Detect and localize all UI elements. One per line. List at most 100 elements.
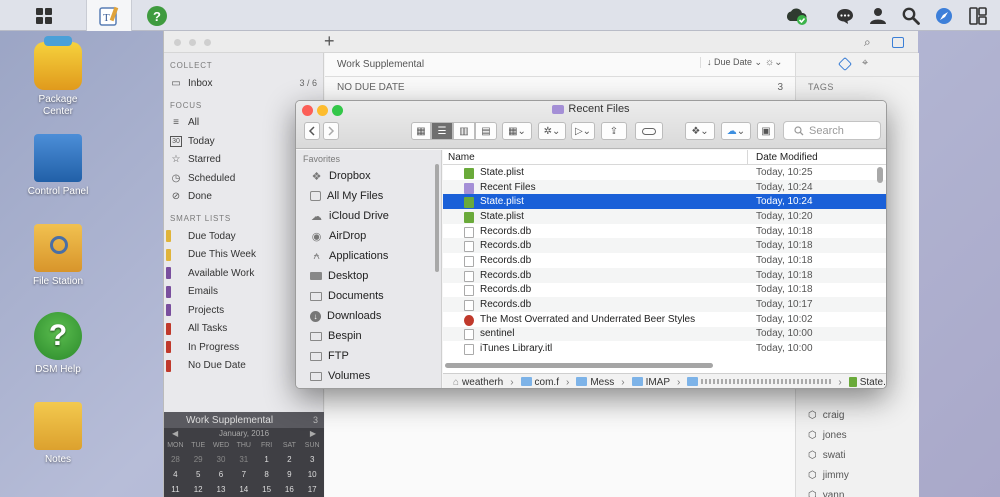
forward-button[interactable] — [323, 122, 339, 140]
desktop-icon-dsm-help[interactable]: ? DSM Help — [13, 312, 103, 376]
file-row[interactable]: State.plist Today, 10:25 — [443, 165, 886, 180]
tag-menu-button[interactable]: ▷⌄ — [571, 122, 595, 140]
tag-item[interactable]: ⬡ jones — [796, 425, 920, 445]
desktop-icon-notes[interactable]: Notes — [13, 402, 103, 466]
inbox-count: 3 / 6 — [299, 78, 317, 89]
path-item[interactable]: State.plist — [848, 377, 886, 388]
settings-icon[interactable]: ☼⌄ — [765, 57, 783, 68]
sidebar-item-all-my-files[interactable]: All My Files — [296, 186, 434, 206]
main-menu-button[interactable] — [26, 0, 62, 31]
user-button[interactable] — [866, 0, 890, 31]
path-item[interactable]: Mess — [576, 377, 614, 388]
file-list-vertical-scrollbar[interactable] — [877, 167, 883, 183]
tag-icon[interactable] — [837, 56, 853, 72]
action-button[interactable]: ✲⌄ — [538, 122, 566, 140]
sidebar-item-ftp[interactable]: FTP — [296, 346, 434, 366]
tag-icon: ⬡ — [808, 489, 817, 497]
sidebar-item-airdrop[interactable]: ◉ AirDrop — [296, 226, 434, 246]
path-button[interactable]: ▣ — [757, 122, 775, 140]
folder-icon — [687, 377, 699, 387]
sidebar-item-inbox[interactable]: ▭ Inbox 3 / 6 — [164, 74, 323, 93]
tag-item[interactable]: ⬡ yann — [796, 485, 920, 497]
path-item[interactable]: com.f — [520, 377, 559, 388]
file-list-horizontal-scrollbar[interactable] — [443, 361, 880, 369]
sidebar-item-icloud-drive[interactable]: ☁ iCloud Drive — [296, 206, 434, 226]
sidebar-item-downloads[interactable]: ↓ Downloads — [296, 306, 434, 326]
file-name-cell: The Most Overrated and Underrated Beer S… — [443, 314, 748, 326]
sidebar-item-documents[interactable]: Documents — [296, 286, 434, 306]
dropbox-button[interactable]: ❖⌄ — [685, 122, 715, 140]
file-date-cell: Today, 10:18 — [756, 284, 813, 296]
cloud-sync-button[interactable] — [783, 0, 811, 31]
document-icon: ▣ — [761, 125, 771, 137]
finder-window: Recent Files ▦ ☰ ▥ ▤ ▦⌄ ✲⌄ ▷⌄ ⇪ ❖⌄ ☁ ⌄ ▣ … — [295, 100, 887, 389]
resource-monitor-button[interactable] — [932, 0, 956, 31]
tag-item[interactable]: ⬡ jimmy — [796, 465, 920, 485]
file-row[interactable]: Recent Files Today, 10:24 — [443, 179, 886, 195]
calendar-week-row[interactable]: 11 12 13 14 15 16 17 — [164, 482, 324, 497]
desktop-icon-control-panel[interactable]: Control Panel — [13, 134, 103, 198]
checkmark-icon: ⊘ — [171, 191, 181, 203]
back-button[interactable] — [304, 122, 320, 140]
file-row[interactable]: sentinel Today, 10:00 — [443, 326, 886, 342]
icloud-button[interactable]: ☁ ⌄ — [721, 122, 751, 140]
file-row[interactable]: iTunes Library.itl Today, 10:00 — [443, 341, 886, 356]
sidebar-item-volumes[interactable]: Volumes — [296, 366, 434, 386]
file-row[interactable]: Records.db Today, 10:18 — [443, 267, 886, 283]
chat-button[interactable] — [833, 0, 857, 31]
calendar-week-row[interactable]: 28 29 30 31 1 2 3 — [164, 452, 324, 467]
file-row[interactable]: State.plist Today, 10:20 — [443, 209, 886, 224]
sidebar-scrollbar[interactable] — [434, 150, 440, 388]
sidebar-item-work-supplemental[interactable]: Work Supplemental 3 — [164, 412, 324, 428]
tag-item[interactable]: ⬡ craig — [796, 405, 920, 425]
package-center-icon — [34, 36, 82, 90]
sidebar-toggle-icon[interactable] — [892, 37, 904, 48]
path-item[interactable]: ⌂ weatherh — [453, 377, 503, 388]
file-name-cell: Records.db — [443, 284, 748, 297]
file-row[interactable]: Records.db Today, 10:18 — [443, 224, 886, 239]
file-row[interactable]: State.plist Today, 10:24 — [443, 194, 886, 210]
path-item[interactable]: IMAP — [631, 377, 670, 388]
star-icon: ☆ — [171, 154, 181, 166]
column-header-name[interactable]: Name — [443, 150, 748, 164]
todo-titlebar: + ⌕ — [164, 31, 918, 53]
sidebar-item-bespin[interactable]: Bespin — [296, 326, 434, 346]
view-coverflow-button[interactable]: ▤ — [475, 122, 497, 140]
arrange-button[interactable]: ▦⌄ — [502, 122, 532, 140]
edit-tags-button[interactable] — [635, 122, 663, 140]
desktop-icon-file-station[interactable]: File Station — [13, 224, 103, 288]
widgets-button[interactable] — [965, 0, 991, 31]
desktop-icon-package-center[interactable]: Package Center — [13, 36, 103, 118]
calendar-month: January, 2016 — [218, 429, 270, 438]
sidebar-item-applications[interactable]: ⍲ Applications — [296, 246, 434, 266]
path-item-redacted[interactable] — [687, 377, 832, 388]
search-button[interactable] — [899, 0, 923, 31]
taskbar-text-editor[interactable]: T — [86, 0, 132, 31]
calendar-next-icon[interactable]: ▶ — [310, 429, 316, 438]
sidebar-item-desktop[interactable]: Desktop — [296, 266, 434, 286]
view-columns-button[interactable]: ▥ — [453, 122, 475, 140]
calendar-prev-icon[interactable]: ◀ — [172, 429, 178, 438]
taskbar-help[interactable]: ? — [140, 0, 174, 31]
file-row[interactable]: Records.db Today, 10:18 — [443, 238, 886, 254]
view-list-button[interactable]: ☰ — [431, 122, 453, 140]
sidebar-item-dropbox[interactable]: ❖ Dropbox — [296, 166, 434, 186]
add-task-icon[interactable]: + — [324, 31, 335, 52]
desktop-icon-label: Package — [38, 94, 78, 105]
document-icon — [464, 344, 474, 356]
search-icon[interactable]: ⌕ — [864, 35, 871, 50]
location-icon[interactable]: ⌖ — [862, 57, 868, 70]
share-button[interactable]: ⇪ — [601, 122, 627, 140]
calendar-week-row[interactable]: 4 5 6 7 8 9 10 — [164, 467, 324, 482]
file-name-cell: Records.db — [443, 255, 748, 267]
file-row[interactable]: Records.db Today, 10:17 — [443, 297, 886, 312]
file-row[interactable]: The Most Overrated and Underrated Beer S… — [443, 312, 886, 327]
file-row[interactable]: Records.db Today, 10:18 — [443, 253, 886, 268]
view-icons-button[interactable]: ▦ — [411, 122, 431, 140]
column-header-date-modified[interactable]: Date Modified — [748, 150, 886, 164]
file-row[interactable]: Records.db Today, 10:18 — [443, 283, 886, 298]
window-title: Recent Files — [296, 103, 886, 115]
sort-dropdown[interactable]: ↓ Due Date ⌄ — [700, 57, 762, 68]
search-field[interactable]: Search — [783, 121, 881, 140]
tag-item[interactable]: ⬡ swati — [796, 445, 920, 465]
